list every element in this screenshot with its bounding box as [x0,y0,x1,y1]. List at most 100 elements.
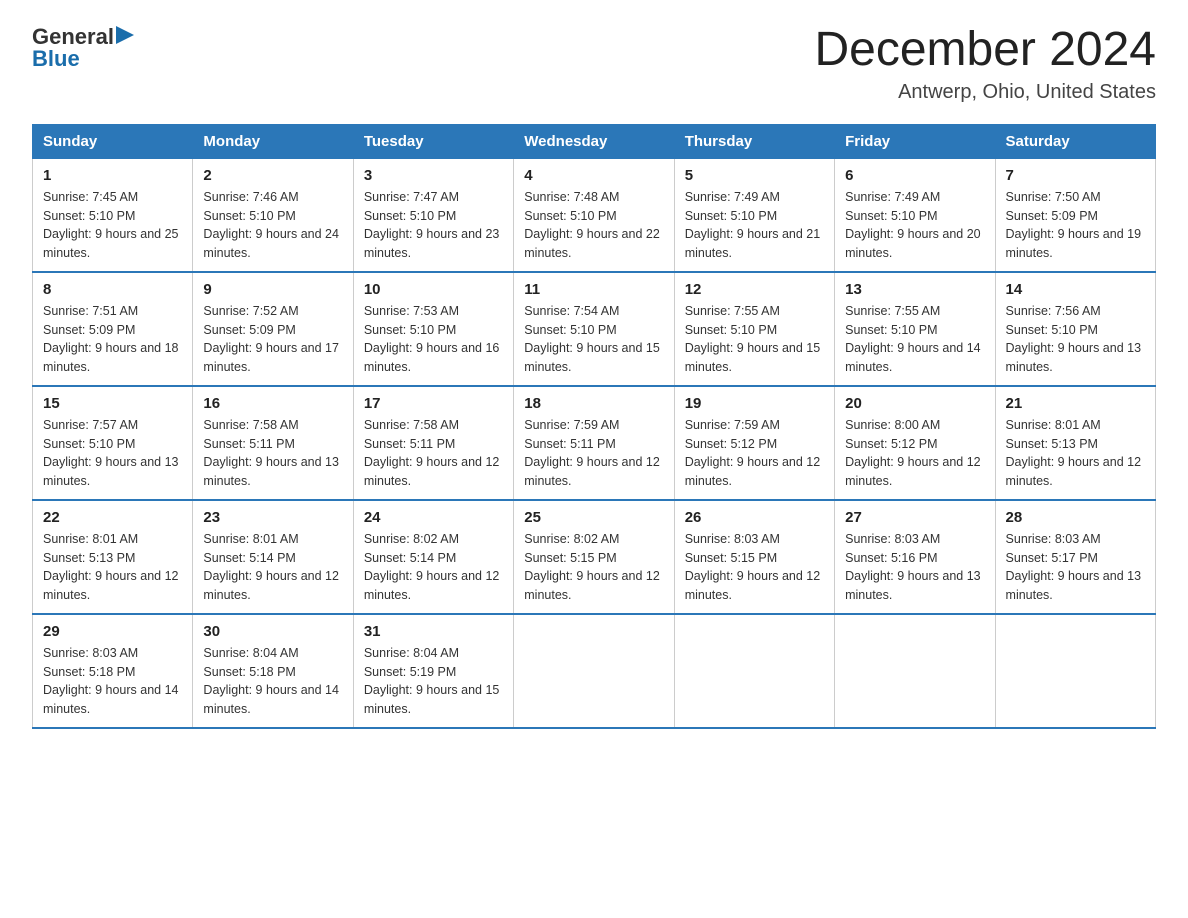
day-number: 29 [43,623,182,640]
day-info: Sunrise: 7:46 AMSunset: 5:10 PMDaylight:… [203,188,342,263]
calendar-cell: 8 Sunrise: 7:51 AMSunset: 5:09 PMDaylight… [33,272,193,386]
day-number: 4 [524,167,663,184]
calendar-cell: 1Sunrise: 7:45 AMSunset: 5:10 PMDaylight… [33,158,193,272]
calendar-cell: 6 Sunrise: 7:49 AMSunset: 5:10 PMDaylight… [835,158,995,272]
day-number: 20 [845,395,984,412]
calendar-cell: 20 Sunrise: 8:00 AMSunset: 5:12 PMDayligh… [835,386,995,500]
day-info: Sunrise: 7:49 AMSunset: 5:10 PMDaylight:… [685,188,824,263]
day-header-sunday: Sunday [33,124,193,158]
day-number: 23 [203,509,342,526]
day-info: Sunrise: 7:58 AMSunset: 5:11 PMDaylight:… [203,416,342,491]
day-info: Sunrise: 8:01 AMSunset: 5:13 PMDaylight:… [43,530,182,605]
logo-blue-text: Blue [32,46,80,72]
day-number: 10 [364,281,503,298]
day-number: 15 [43,395,182,412]
calendar-cell: 28 Sunrise: 8:03 AMSunset: 5:17 PMDayligh… [995,500,1155,614]
day-info: Sunrise: 8:03 AMSunset: 5:17 PMDaylight:… [1006,530,1145,605]
day-info: Sunrise: 8:03 AMSunset: 5:18 PMDaylight:… [43,644,182,719]
calendar-cell: 18 Sunrise: 7:59 AMSunset: 5:11 PMDayligh… [514,386,674,500]
day-info: Sunrise: 7:49 AMSunset: 5:10 PMDaylight:… [845,188,984,263]
day-header-saturday: Saturday [995,124,1155,158]
day-number: 7 [1006,167,1145,184]
calendar-cell: 26 Sunrise: 8:03 AMSunset: 5:15 PMDayligh… [674,500,834,614]
calendar-table: SundayMondayTuesdayWednesdayThursdayFrid… [32,124,1156,729]
day-info: Sunrise: 7:53 AMSunset: 5:10 PMDaylight:… [364,302,503,377]
calendar-cell [995,614,1155,728]
calendar-cell [514,614,674,728]
day-number: 28 [1006,509,1145,526]
page-header: General Blue December 2024 Antwerp, Ohio… [32,24,1156,104]
day-number: 21 [1006,395,1145,412]
day-number: 8 [43,281,182,298]
logo: General Blue [32,24,134,72]
day-info: Sunrise: 7:58 AMSunset: 5:11 PMDaylight:… [364,416,503,491]
day-info: Sunrise: 8:04 AMSunset: 5:18 PMDaylight:… [203,644,342,719]
day-number: 31 [364,623,503,640]
day-info: Sunrise: 7:47 AMSunset: 5:10 PMDaylight:… [364,188,503,263]
day-info: Sunrise: 7:55 AMSunset: 5:10 PMDaylight:… [845,302,984,377]
day-info: Sunrise: 7:45 AMSunset: 5:10 PMDaylight:… [43,188,182,263]
day-info: Sunrise: 7:56 AMSunset: 5:10 PMDaylight:… [1006,302,1145,377]
logo-arrow-icon [116,26,134,44]
day-number: 9 [203,281,342,298]
calendar-cell: 31 Sunrise: 8:04 AMSunset: 5:19 PMDayligh… [353,614,513,728]
calendar-week-row: 8 Sunrise: 7:51 AMSunset: 5:09 PMDaylight… [33,272,1156,386]
day-number: 30 [203,623,342,640]
calendar-cell: 13 Sunrise: 7:55 AMSunset: 5:10 PMDayligh… [835,272,995,386]
calendar-cell: 2 Sunrise: 7:46 AMSunset: 5:10 PMDaylight… [193,158,353,272]
day-number: 2 [203,167,342,184]
day-number: 6 [845,167,984,184]
day-header-wednesday: Wednesday [514,124,674,158]
month-title: December 2024 [814,24,1156,77]
location-subtitle: Antwerp, Ohio, United States [814,81,1156,104]
day-number: 18 [524,395,663,412]
day-number: 19 [685,395,824,412]
calendar-week-row: 1Sunrise: 7:45 AMSunset: 5:10 PMDaylight… [33,158,1156,272]
day-info: Sunrise: 7:50 AMSunset: 5:09 PMDaylight:… [1006,188,1145,263]
calendar-cell: 30 Sunrise: 8:04 AMSunset: 5:18 PMDayligh… [193,614,353,728]
calendar-cell: 24 Sunrise: 8:02 AMSunset: 5:14 PMDayligh… [353,500,513,614]
calendar-cell: 14Sunrise: 7:56 AMSunset: 5:10 PMDayligh… [995,272,1155,386]
day-number: 24 [364,509,503,526]
calendar-cell: 4 Sunrise: 7:48 AMSunset: 5:10 PMDaylight… [514,158,674,272]
calendar-cell: 23 Sunrise: 8:01 AMSunset: 5:14 PMDayligh… [193,500,353,614]
day-number: 5 [685,167,824,184]
day-info: Sunrise: 7:54 AMSunset: 5:10 PMDaylight:… [524,302,663,377]
day-header-friday: Friday [835,124,995,158]
day-number: 13 [845,281,984,298]
calendar-body: 1Sunrise: 7:45 AMSunset: 5:10 PMDaylight… [33,158,1156,728]
calendar-cell: 29 Sunrise: 8:03 AMSunset: 5:18 PMDayligh… [33,614,193,728]
day-number: 17 [364,395,503,412]
day-number: 27 [845,509,984,526]
calendar-header-row: SundayMondayTuesdayWednesdayThursdayFrid… [33,124,1156,158]
day-number: 12 [685,281,824,298]
day-header-thursday: Thursday [674,124,834,158]
day-info: Sunrise: 8:02 AMSunset: 5:15 PMDaylight:… [524,530,663,605]
calendar-cell: 19Sunrise: 7:59 AMSunset: 5:12 PMDayligh… [674,386,834,500]
day-info: Sunrise: 8:03 AMSunset: 5:16 PMDaylight:… [845,530,984,605]
day-number: 25 [524,509,663,526]
calendar-cell: 17 Sunrise: 7:58 AMSunset: 5:11 PMDayligh… [353,386,513,500]
calendar-cell: 27 Sunrise: 8:03 AMSunset: 5:16 PMDayligh… [835,500,995,614]
day-number: 26 [685,509,824,526]
day-info: Sunrise: 7:52 AMSunset: 5:09 PMDaylight:… [203,302,342,377]
day-info: Sunrise: 7:48 AMSunset: 5:10 PMDaylight:… [524,188,663,263]
day-info: Sunrise: 7:59 AMSunset: 5:11 PMDaylight:… [524,416,663,491]
day-info: Sunrise: 8:01 AMSunset: 5:14 PMDaylight:… [203,530,342,605]
day-info: Sunrise: 8:04 AMSunset: 5:19 PMDaylight:… [364,644,503,719]
day-info: Sunrise: 8:03 AMSunset: 5:15 PMDaylight:… [685,530,824,605]
calendar-cell: 7 Sunrise: 7:50 AMSunset: 5:09 PMDaylight… [995,158,1155,272]
title-area: December 2024 Antwerp, Ohio, United Stat… [814,24,1156,104]
day-info: Sunrise: 8:02 AMSunset: 5:14 PMDaylight:… [364,530,503,605]
calendar-cell: 10 Sunrise: 7:53 AMSunset: 5:10 PMDayligh… [353,272,513,386]
day-info: Sunrise: 7:51 AMSunset: 5:09 PMDaylight:… [43,302,182,377]
calendar-cell: 22Sunrise: 8:01 AMSunset: 5:13 PMDayligh… [33,500,193,614]
calendar-cell: 16 Sunrise: 7:58 AMSunset: 5:11 PMDayligh… [193,386,353,500]
day-header-tuesday: Tuesday [353,124,513,158]
day-info: Sunrise: 7:55 AMSunset: 5:10 PMDaylight:… [685,302,824,377]
day-info: Sunrise: 7:57 AMSunset: 5:10 PMDaylight:… [43,416,182,491]
day-info: Sunrise: 8:00 AMSunset: 5:12 PMDaylight:… [845,416,984,491]
calendar-cell: 12 Sunrise: 7:55 AMSunset: 5:10 PMDayligh… [674,272,834,386]
day-number: 3 [364,167,503,184]
day-number: 16 [203,395,342,412]
